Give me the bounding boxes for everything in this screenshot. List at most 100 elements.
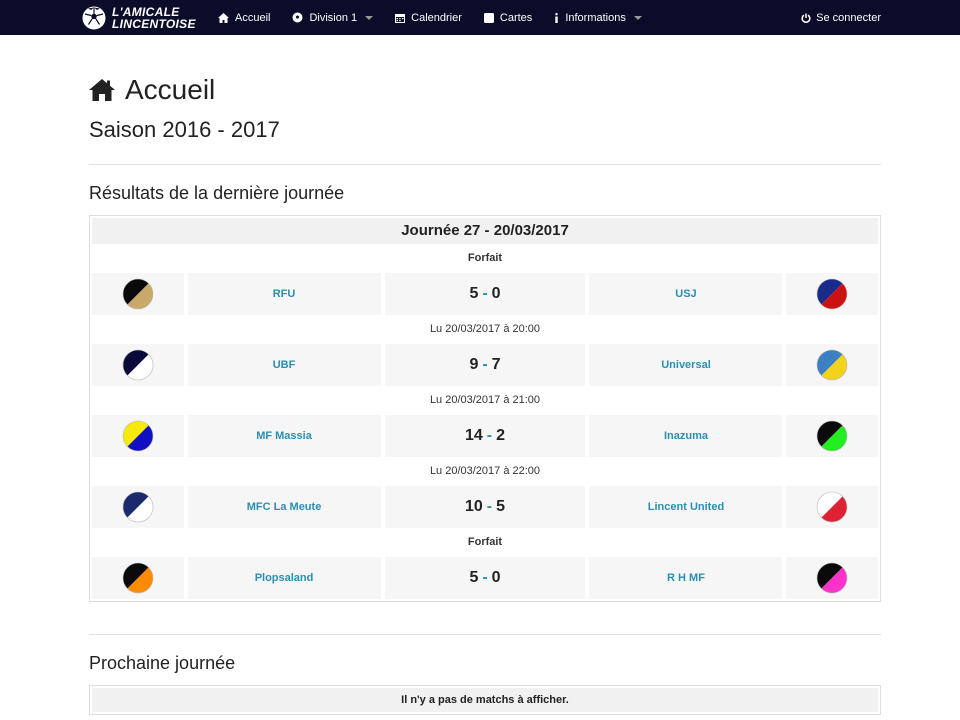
match-row: UBF 9-7 Universal	[92, 344, 879, 386]
nav-item-informations[interactable]: Informations	[554, 12, 642, 24]
away-team-link[interactable]: Universal	[589, 344, 783, 386]
away-score: 0	[491, 285, 501, 302]
brand-line2: LINCENTOISE	[112, 17, 196, 31]
away-team-link[interactable]: USJ	[589, 273, 783, 315]
nav-item-label: Accueil	[235, 11, 271, 24]
match-info: Lu 20/03/2017 à 21:00	[429, 394, 541, 406]
next-journee-table: Il n'y a pas de matchs à afficher.	[89, 685, 881, 715]
home-icon	[89, 79, 115, 101]
navbar: L'AMICALE LINCENTOISE Accueil Division 1…	[0, 0, 960, 35]
score-separator: -	[486, 427, 493, 444]
team-logo-icon	[122, 420, 154, 452]
home-logo-cell	[92, 273, 184, 315]
team-logo-icon	[122, 491, 154, 523]
main-content: Accueil Saison 2016 - 2017 Résultats de …	[89, 35, 881, 715]
match-row: MFC La Meute 10-5 Lincent United	[92, 486, 879, 528]
power-icon	[801, 13, 811, 23]
season-subtitle: Saison 2016 - 2017	[89, 117, 280, 142]
score-cell: 9-7	[384, 344, 586, 386]
home-score: 10	[464, 498, 483, 515]
away-logo-cell	[786, 557, 879, 599]
match-info: Forfait	[467, 536, 503, 548]
nav-item-accueil[interactable]: Accueil	[218, 12, 270, 24]
match-row: Plopsaland 5-0 R H MF	[92, 557, 879, 599]
card-icon	[483, 12, 494, 23]
team-logo-icon	[816, 420, 848, 452]
away-team-link[interactable]: R H MF	[589, 557, 783, 599]
divider	[89, 164, 881, 165]
calendar-icon	[395, 13, 406, 23]
home-logo-cell	[92, 344, 184, 386]
match-info: Lu 20/03/2017 à 22:00	[429, 465, 541, 477]
nav-item-label: Informations	[565, 11, 626, 24]
home-team-link[interactable]: RFU	[187, 273, 381, 315]
home-logo-cell	[92, 557, 184, 599]
page-title-text: Accueil	[125, 74, 216, 105]
score-cell: 5-0	[384, 557, 586, 599]
page-title: Accueil	[89, 73, 881, 107]
chevron-down-icon	[365, 15, 374, 20]
login-label: Se connecter	[816, 11, 881, 24]
home-logo-cell	[92, 486, 184, 528]
nav-item-calendrier[interactable]: Calendrier	[395, 12, 462, 24]
home-team-link[interactable]: Plopsaland	[187, 557, 381, 599]
home-team-link[interactable]: UBF	[187, 344, 381, 386]
login-link[interactable]: Se connecter	[801, 0, 881, 35]
matches-list: Forfait RFU 5-0 USJ Lu 20/03/2017 à 20:00 UBF…	[92, 244, 879, 599]
results-table: Journée 27 - 20/03/2017 Forfait RFU 5-0 USJ…	[89, 215, 881, 602]
nav-item-division[interactable]: Division 1	[292, 11, 374, 24]
brand-logo[interactable]: L'AMICALE LINCENTOISE	[82, 4, 196, 32]
away-team-link[interactable]: Lincent United	[589, 486, 783, 528]
match-info: Lu 20/03/2017 à 20:00	[429, 323, 541, 335]
team-logo-icon	[816, 278, 848, 310]
score-cell: 5-0	[384, 273, 586, 315]
match-info: Forfait	[467, 252, 503, 264]
team-logo-icon	[816, 562, 848, 594]
match-row: RFU 5-0 USJ	[92, 273, 879, 315]
team-logo-icon	[816, 491, 848, 523]
brand-text: L'AMICALE LINCENTOISE	[112, 6, 196, 30]
home-score: 9	[469, 356, 479, 373]
nav-item-label: Division 1	[309, 11, 358, 24]
journee-header: Journée 27 - 20/03/2017	[92, 218, 878, 244]
home-team-link[interactable]: MF Massia	[187, 415, 381, 457]
chevron-down-icon	[633, 15, 642, 20]
away-score: 0	[491, 569, 501, 586]
home-score: 14	[464, 427, 483, 444]
next-journee-title: Prochaine journée	[89, 653, 236, 673]
away-score: 2	[496, 427, 506, 444]
away-logo-cell	[786, 415, 879, 457]
team-logo-icon	[122, 278, 154, 310]
score-separator: -	[482, 356, 488, 373]
score-separator: -	[482, 285, 488, 302]
away-score: 5	[496, 498, 506, 515]
score-separator: -	[486, 498, 493, 515]
away-logo-cell	[786, 344, 879, 386]
away-logo-cell	[786, 273, 879, 315]
nav-item-label: Cartes	[499, 11, 533, 24]
team-logo-icon	[122, 562, 154, 594]
soccer-ball-icon	[292, 12, 303, 23]
no-matches-message: Il n'y a pas de matchs à afficher.	[92, 688, 878, 712]
home-logo-cell	[92, 415, 184, 457]
home-team-link[interactable]: MFC La Meute	[187, 486, 381, 528]
last-results-title: Résultats de la dernière journée	[89, 183, 345, 203]
away-team-link[interactable]: Inazuma	[589, 415, 783, 457]
team-logo-icon	[122, 349, 154, 381]
home-icon	[218, 12, 229, 23]
home-score: 5	[469, 569, 479, 586]
score-separator: -	[482, 569, 488, 586]
team-logo-icon	[816, 349, 848, 381]
home-score: 5	[469, 285, 479, 302]
score-cell: 14-2	[384, 415, 586, 457]
nav-item-label: Calendrier	[411, 11, 462, 24]
soccer-ball-logo-icon	[82, 6, 106, 30]
score-cell: 10-5	[384, 486, 586, 528]
divider	[89, 634, 881, 635]
match-row: MF Massia 14-2 Inazuma	[92, 415, 879, 457]
away-logo-cell	[786, 486, 879, 528]
nav-item-cartes[interactable]: Cartes	[483, 11, 533, 24]
away-score: 7	[491, 356, 501, 373]
info-icon	[555, 12, 559, 23]
nav-menu: Accueil Division 1 Calendrier Cartes Inf…	[218, 0, 664, 35]
